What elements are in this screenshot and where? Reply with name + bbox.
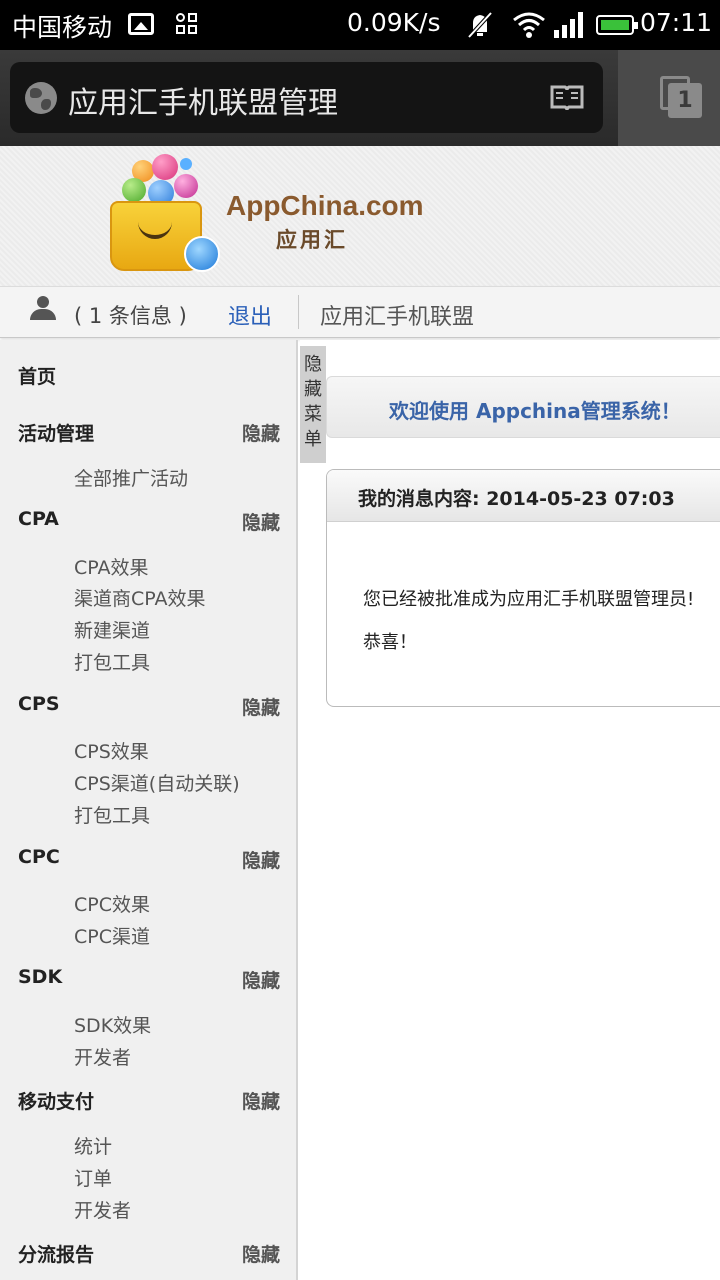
browser-toolbar: 应用汇手机联盟管理 1 — [0, 50, 720, 146]
logo-subtitle: 应用汇 — [276, 228, 348, 252]
section-title[interactable]: 移动支付 — [18, 1091, 94, 1113]
status-bar: 中国移动 0.09K/s 07:11 — [0, 0, 720, 50]
sidebar-item[interactable]: CPS效果 — [74, 737, 149, 764]
sidebar-menu: 首页 活动管理 隐藏 全部推广活动 CPA 隐藏 CPA效果 渠道商CPA效果 … — [0, 340, 298, 1280]
image-icon — [128, 13, 154, 35]
mute-icon — [467, 11, 493, 39]
section-hide-toggle[interactable]: 隐藏 — [242, 846, 280, 873]
section-title[interactable]: 活动管理 — [18, 423, 94, 445]
section-title[interactable]: SDK — [18, 966, 62, 988]
sidebar-item[interactable]: CPC效果 — [74, 890, 150, 917]
welcome-text: 欢迎使用 Appchina管理系统！ — [389, 399, 681, 423]
sidebar-item[interactable]: SDK效果 — [74, 1011, 151, 1038]
sidebar-item[interactable]: 打包工具 — [74, 801, 150, 828]
section-hide-toggle[interactable]: 隐藏 — [242, 419, 280, 446]
signal-icon — [554, 12, 583, 38]
welcome-banner: 欢迎使用 Appchina管理系统！ — [326, 376, 720, 438]
sidebar-item[interactable]: 开发者 — [74, 1043, 131, 1070]
section-hide-toggle[interactable]: 隐藏 — [242, 508, 280, 535]
site-title: 应用汇手机联盟 — [320, 305, 475, 330]
address-bar[interactable]: 应用汇手机联盟管理 — [10, 62, 603, 133]
hide-menu-button[interactable]: 隐藏菜单 — [300, 346, 326, 463]
sidebar-section-report: 分流报告 隐藏 — [18, 1240, 280, 1267]
logo-ball — [152, 154, 178, 180]
logo-text: AppChina.com — [226, 190, 424, 221]
message-panel: 我的消息内容: 2014-05-23 07:03 您已经被批准成为应用汇手机联盟… — [326, 469, 720, 707]
sidebar-item[interactable]: CPS渠道(自动关联) — [74, 769, 240, 796]
section-hide-toggle[interactable]: 隐藏 — [242, 693, 280, 720]
grid-icon — [176, 13, 198, 35]
section-title[interactable]: CPC — [18, 846, 60, 868]
tab-count: 1 — [668, 83, 702, 118]
hide-menu-label: 隐藏菜单 — [304, 354, 322, 450]
sidebar-item[interactable]: 全部推广活动 — [74, 464, 188, 491]
sidebar-section-cpa: CPA 隐藏 — [18, 508, 280, 534]
sidebar-item[interactable]: CPA效果 — [74, 553, 149, 580]
message-count[interactable]: ( 1 条信息 ) — [74, 300, 187, 330]
sidebar-section-cps: CPS 隐藏 — [18, 693, 280, 719]
user-bar: ( 1 条信息 ) 退出 应用汇手机联盟 — [0, 286, 720, 338]
message-body: 恭喜！ — [363, 632, 417, 653]
user-icon — [30, 296, 56, 322]
sidebar-item[interactable]: 开发者 — [74, 1196, 131, 1223]
clock: 07:11 — [640, 8, 713, 37]
network-speed: 0.09K/s — [347, 8, 441, 37]
logo-ball — [174, 174, 198, 198]
sidebar-section-payment: 移动支付 隐藏 — [18, 1087, 280, 1114]
logo-ball — [180, 158, 192, 170]
page-title: 应用汇手机联盟管理 — [68, 86, 338, 121]
logout-link[interactable]: 退出 — [228, 299, 272, 331]
sidebar-section-activity: 活动管理 隐藏 — [18, 419, 280, 446]
wifi-icon — [513, 12, 545, 38]
battery-icon — [596, 15, 638, 35]
sidebar-item[interactable]: 统计 — [74, 1132, 112, 1159]
section-title[interactable]: 分流报告 — [18, 1244, 94, 1266]
sidebar-item[interactable]: 渠道商CPA效果 — [74, 584, 206, 611]
sidebar-item[interactable]: 订单 — [74, 1164, 112, 1191]
reader-mode-icon[interactable] — [550, 84, 584, 112]
sidebar-section-sdk: SDK 隐藏 — [18, 966, 280, 992]
logo-ball — [122, 178, 146, 202]
globe-icon — [25, 82, 57, 114]
sidebar-section-cpc: CPC 隐藏 — [18, 846, 280, 872]
section-hide-toggle[interactable]: 隐藏 — [242, 1240, 280, 1267]
carrier-label: 中国移动 — [12, 13, 113, 42]
sidebar-item[interactable]: CPC渠道 — [74, 922, 150, 949]
tabs-button[interactable]: 1 — [618, 50, 720, 146]
sidebar-item-home[interactable]: 首页 — [18, 362, 280, 389]
message-title: 我的消息内容: 2014-05-23 07:03 — [358, 488, 675, 510]
site-header: AppChina.com 应用汇 — [0, 146, 720, 286]
section-hide-toggle[interactable]: 隐藏 — [242, 1087, 280, 1114]
section-hide-toggle[interactable]: 隐藏 — [242, 966, 280, 993]
sidebar-item[interactable]: 打包工具 — [74, 648, 150, 675]
logo-smiley-icon — [184, 236, 220, 272]
message-body: 您已经被批准成为应用汇手机联盟管理员! — [363, 589, 695, 610]
sidebar-item[interactable]: 新建渠道 — [74, 616, 150, 643]
divider — [298, 295, 299, 329]
section-title[interactable]: CPS — [18, 693, 60, 715]
section-title[interactable]: CPA — [18, 508, 59, 530]
